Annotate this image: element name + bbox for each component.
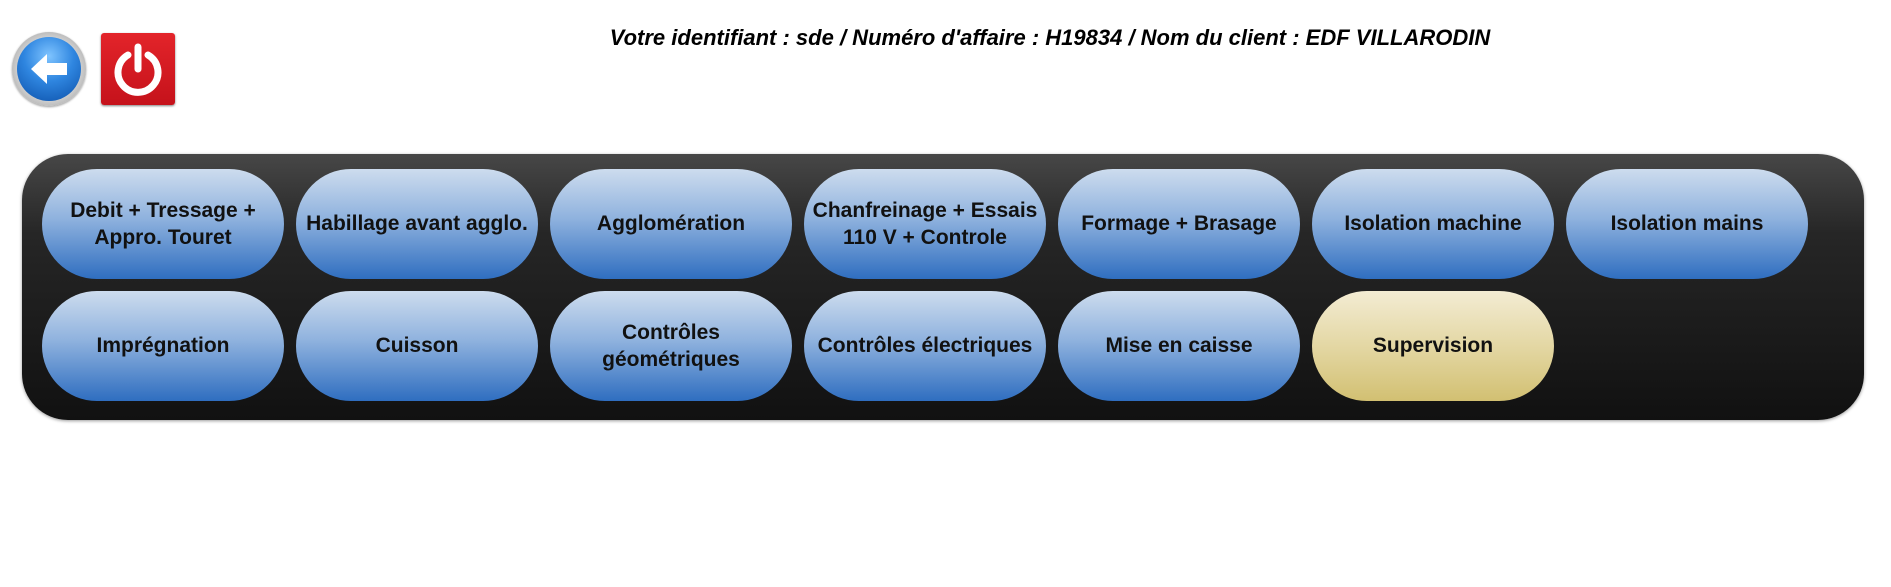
back-button[interactable] (12, 32, 86, 106)
menu-button-controles-electriques[interactable]: Contrôles électriques (804, 291, 1046, 401)
menu-panel: Debit + Tressage + Appro. Touret Habilla… (22, 154, 1864, 420)
menu-button-debit-tressage[interactable]: Debit + Tressage + Appro. Touret (42, 169, 284, 279)
menu-grid: Debit + Tressage + Appro. Touret Habilla… (42, 169, 1808, 401)
menu-button-chanfreinage[interactable]: Chanfreinage + Essais 110 V + Controle (804, 169, 1046, 279)
menu-button-mise-en-caisse[interactable]: Mise en caisse (1058, 291, 1300, 401)
power-button[interactable] (101, 33, 175, 105)
menu-button-impregnation[interactable]: Imprégnation (42, 291, 284, 401)
header-info: Votre identifiant : sde / Numéro d'affai… (609, 25, 1491, 50)
menu-button-supervision[interactable]: Supervision (1312, 291, 1554, 401)
power-icon (114, 43, 162, 96)
menu-button-agglomeration[interactable]: Agglomération (550, 169, 792, 279)
menu-button-cuisson[interactable]: Cuisson (296, 291, 538, 401)
page: Votre identifiant : sde / Numéro d'affai… (0, 0, 1891, 587)
menu-button-isolation-mains[interactable]: Isolation mains (1566, 169, 1808, 279)
menu-button-habillage[interactable]: Habillage avant agglo. (296, 169, 538, 279)
menu-button-controles-geometriques[interactable]: Contrôles géométriques (550, 291, 792, 401)
menu-button-formage[interactable]: Formage + Brasage (1058, 169, 1300, 279)
arrow-left-icon (17, 37, 81, 101)
menu-button-isolation-machine[interactable]: Isolation machine (1312, 169, 1554, 279)
